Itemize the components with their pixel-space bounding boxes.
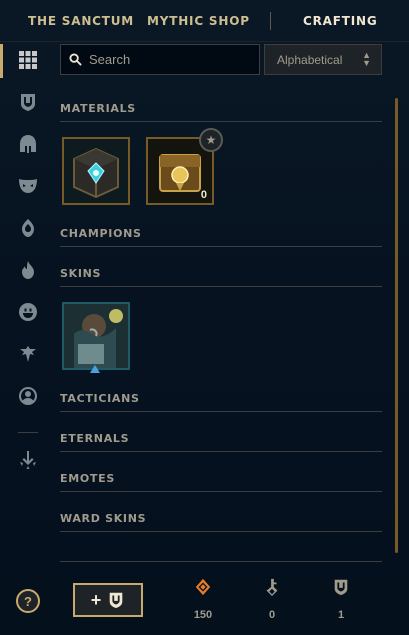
summoner-icon[interactable] <box>16 342 40 366</box>
material-count: 0 <box>200 189 207 201</box>
profile-icon[interactable] <box>16 384 40 408</box>
chest-shield-icon <box>109 592 123 609</box>
orange-essence-icon <box>195 578 211 596</box>
search-icon <box>69 53 82 66</box>
disenchant-icon[interactable] <box>16 448 40 472</box>
skin-mask-icon[interactable] <box>16 174 40 198</box>
section-eternals-header[interactable]: ETERNALS <box>60 432 382 452</box>
top-navigation: THE SANCTUM MYTHIC SHOP CRAFTING <box>0 0 409 42</box>
hextech-chest-icon <box>64 139 128 203</box>
key-fragment-value: 0 <box>268 609 276 621</box>
flame-icon[interactable] <box>16 258 40 282</box>
skin-shard-icon <box>64 304 128 368</box>
chest-counter: 1 <box>321 578 361 621</box>
search-field[interactable] <box>60 44 260 75</box>
sort-dropdown[interactable]: Alphabetical ▲ ▼ <box>264 44 382 75</box>
orange-essence-value: 150 <box>193 609 213 621</box>
chest-shield-icon[interactable] <box>16 90 40 114</box>
emote-face-icon[interactable] <box>16 300 40 324</box>
section-champions-header[interactable]: CHAMPIONS <box>60 227 382 247</box>
chest-icon <box>334 579 348 596</box>
chevron-updown-icon: ▲ ▼ <box>362 50 371 68</box>
help-button[interactable]: ? <box>16 589 40 613</box>
material-hextech-chest[interactable] <box>62 137 130 205</box>
category-sidebar <box>0 42 56 635</box>
crafting-panel: THE SANCTUM MYTHIC SHOP CRAFTING Search … <box>0 0 409 635</box>
skin-shard-tile[interactable] <box>62 302 130 370</box>
chest-value: 1 <box>337 609 345 621</box>
section-tacticians-header[interactable]: TACTICIANS <box>60 392 382 412</box>
tab-the-sanctum[interactable]: THE SANCTUM <box>28 14 134 28</box>
section-skins-header[interactable]: SKINS <box>60 267 382 287</box>
footer-divider <box>60 561 382 562</box>
sidebar-divider <box>18 432 38 433</box>
search-input[interactable] <box>89 52 249 67</box>
champion-helmet-icon[interactable] <box>16 132 40 156</box>
tab-crafting[interactable]: CRAFTING <box>303 14 377 28</box>
ward-icon[interactable] <box>16 216 40 240</box>
orange-essence-counter: 150 <box>183 578 223 621</box>
section-ward-skins-header[interactable]: WARD SKINS <box>60 512 382 532</box>
section-emotes-header[interactable]: EMOTES <box>60 472 382 492</box>
nav-divider <box>270 12 271 30</box>
key-fragment-counter: 0 <box>252 578 292 621</box>
section-materials-header[interactable]: MATERIALS <box>60 102 382 122</box>
add-label: + <box>90 589 102 610</box>
rarity-marker <box>90 365 100 373</box>
star-icon: ★ <box>199 128 223 152</box>
sort-selected-label: Alphabetical <box>277 52 343 67</box>
grid-icon[interactable] <box>16 48 40 72</box>
sidebar-active-indicator <box>0 44 3 78</box>
scrollbar[interactable] <box>395 98 398 553</box>
add-chest-button[interactable]: + <box>73 583 143 617</box>
key-fragment-icon <box>266 578 278 596</box>
tab-mythic-shop[interactable]: MYTHIC SHOP <box>147 14 250 28</box>
